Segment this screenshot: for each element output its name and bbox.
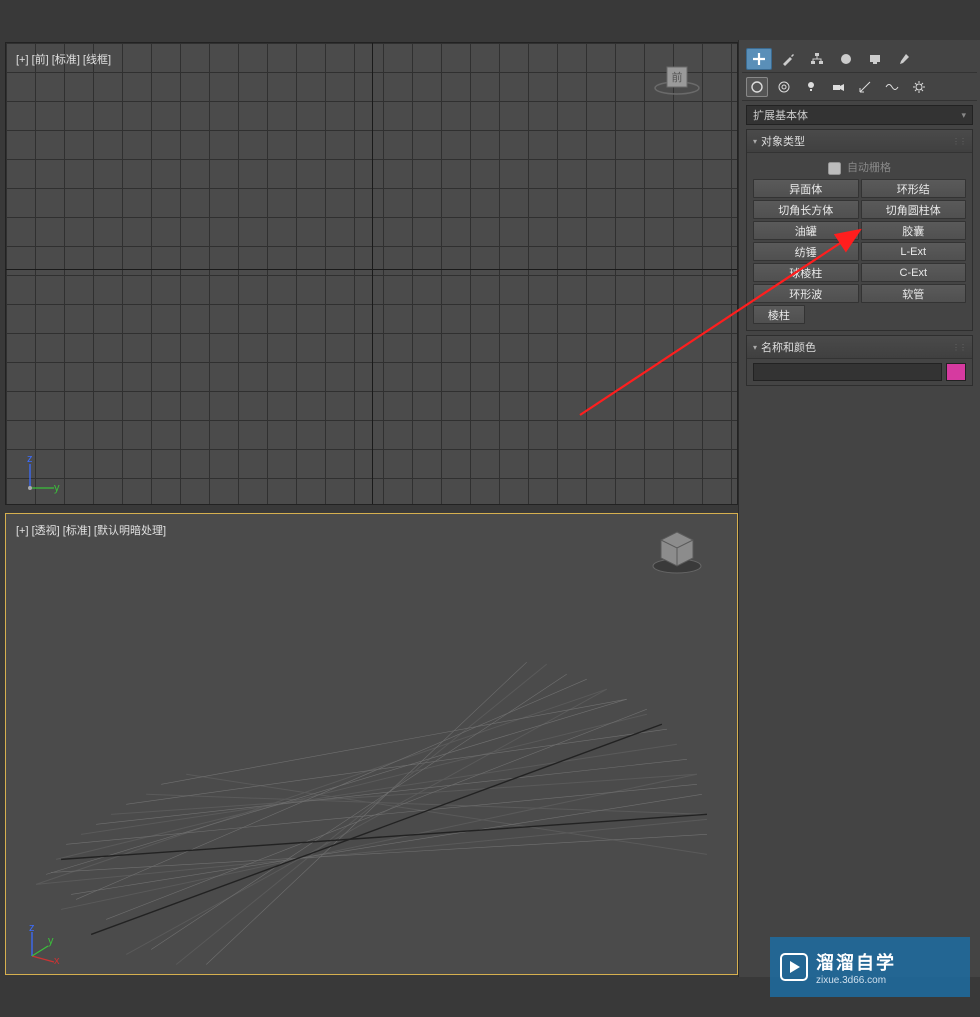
viewport-front[interactable]: [+] [前] [标准] [线框] 前 z y [5,42,738,505]
watermark: 溜溜自学 zixue.3d66.com [770,937,970,997]
viewport-front-label[interactable]: [+] [前] [标准] [线框] [16,51,111,67]
svg-text:前: 前 [672,70,683,84]
subtab-cameras[interactable] [827,77,849,97]
persp-bg [6,514,737,975]
category-dropdown-label: 扩展基本体 [753,107,808,123]
svg-text:y: y [54,482,60,494]
rollout-object-type-header[interactable]: 对象类型 [747,130,972,153]
command-panel-tabs [742,43,977,72]
viewport-persp-label[interactable]: [+] [透视] [标准] [默认明暗处理] [16,522,166,538]
subtab-geometry[interactable] [746,77,768,97]
btn-gengon[interactable]: 球棱柱 [753,263,859,282]
autogrid-checkbox [828,162,841,175]
watermark-url: zixue.3d66.com [816,975,896,986]
svg-text:x: x [54,955,60,964]
tab-modify[interactable] [775,48,801,70]
svg-text:z: z [29,924,35,934]
btn-c-ext[interactable]: C-Ext [861,263,967,282]
tab-utilities[interactable] [891,48,917,70]
btn-spindle[interactable]: 纺锤 [753,242,859,261]
tab-display[interactable] [862,48,888,70]
rollout-name-color: 名称和颜色 [746,335,973,386]
svg-text:y: y [48,935,54,947]
subtab-lights[interactable] [800,77,822,97]
viewcube-front[interactable]: 前 [647,53,707,113]
subtab-helpers[interactable] [854,77,876,97]
rollout-name-color-header[interactable]: 名称和颜色 [747,336,972,359]
viewport-perspective[interactable]: [+] [透视] [标准] [默认明暗处理] z x y [5,513,738,976]
btn-prism[interactable]: 棱柱 [753,305,805,324]
autogrid-row: 自动栅格 [753,157,966,179]
create-subtabs [742,72,977,101]
grid-front [6,43,737,504]
axis-gizmo-front[interactable]: z y [24,454,64,494]
subtab-systems[interactable] [908,77,930,97]
rollout-object-type: 对象类型 自动栅格 异面体 环形结 切角长方体 切角圆柱体 油罐 胶囊 纺锤 L… [746,129,973,331]
axis-gizmo-persp[interactable]: z x y [24,924,64,964]
btn-chamfer-cyl[interactable]: 切角圆柱体 [861,200,967,219]
object-color-swatch[interactable] [946,363,966,381]
viewcube-persp[interactable] [647,524,707,584]
btn-oiltank[interactable]: 油罐 [753,221,859,240]
subtab-spacewarps[interactable] [881,77,903,97]
watermark-title: 溜溜自学 [816,949,896,975]
autogrid-label: 自动栅格 [847,162,891,174]
btn-hose[interactable]: 软管 [861,284,967,303]
object-name-input[interactable] [753,363,942,381]
btn-hedra[interactable]: 异面体 [753,179,859,198]
tab-hierarchy[interactable] [804,48,830,70]
svg-text:z: z [27,454,33,465]
tab-motion[interactable] [833,48,859,70]
subtab-shapes[interactable] [773,77,795,97]
category-dropdown[interactable]: 扩展基本体 [746,105,973,125]
btn-capsule[interactable]: 胶囊 [861,221,967,240]
btn-l-ext[interactable]: L-Ext [861,242,967,261]
btn-chamfer-box[interactable]: 切角长方体 [753,200,859,219]
btn-torus-knot[interactable]: 环形结 [861,179,967,198]
tab-create[interactable] [746,48,772,70]
command-panel: 扩展基本体 对象类型 自动栅格 异面体 环形结 切角长方体 切角圆柱体 油罐 胶… [738,40,980,977]
object-type-buttons: 异面体 环形结 切角长方体 切角圆柱体 油罐 胶囊 纺锤 L-Ext 球棱柱 C… [753,179,966,324]
btn-ringwave[interactable]: 环形波 [753,284,859,303]
